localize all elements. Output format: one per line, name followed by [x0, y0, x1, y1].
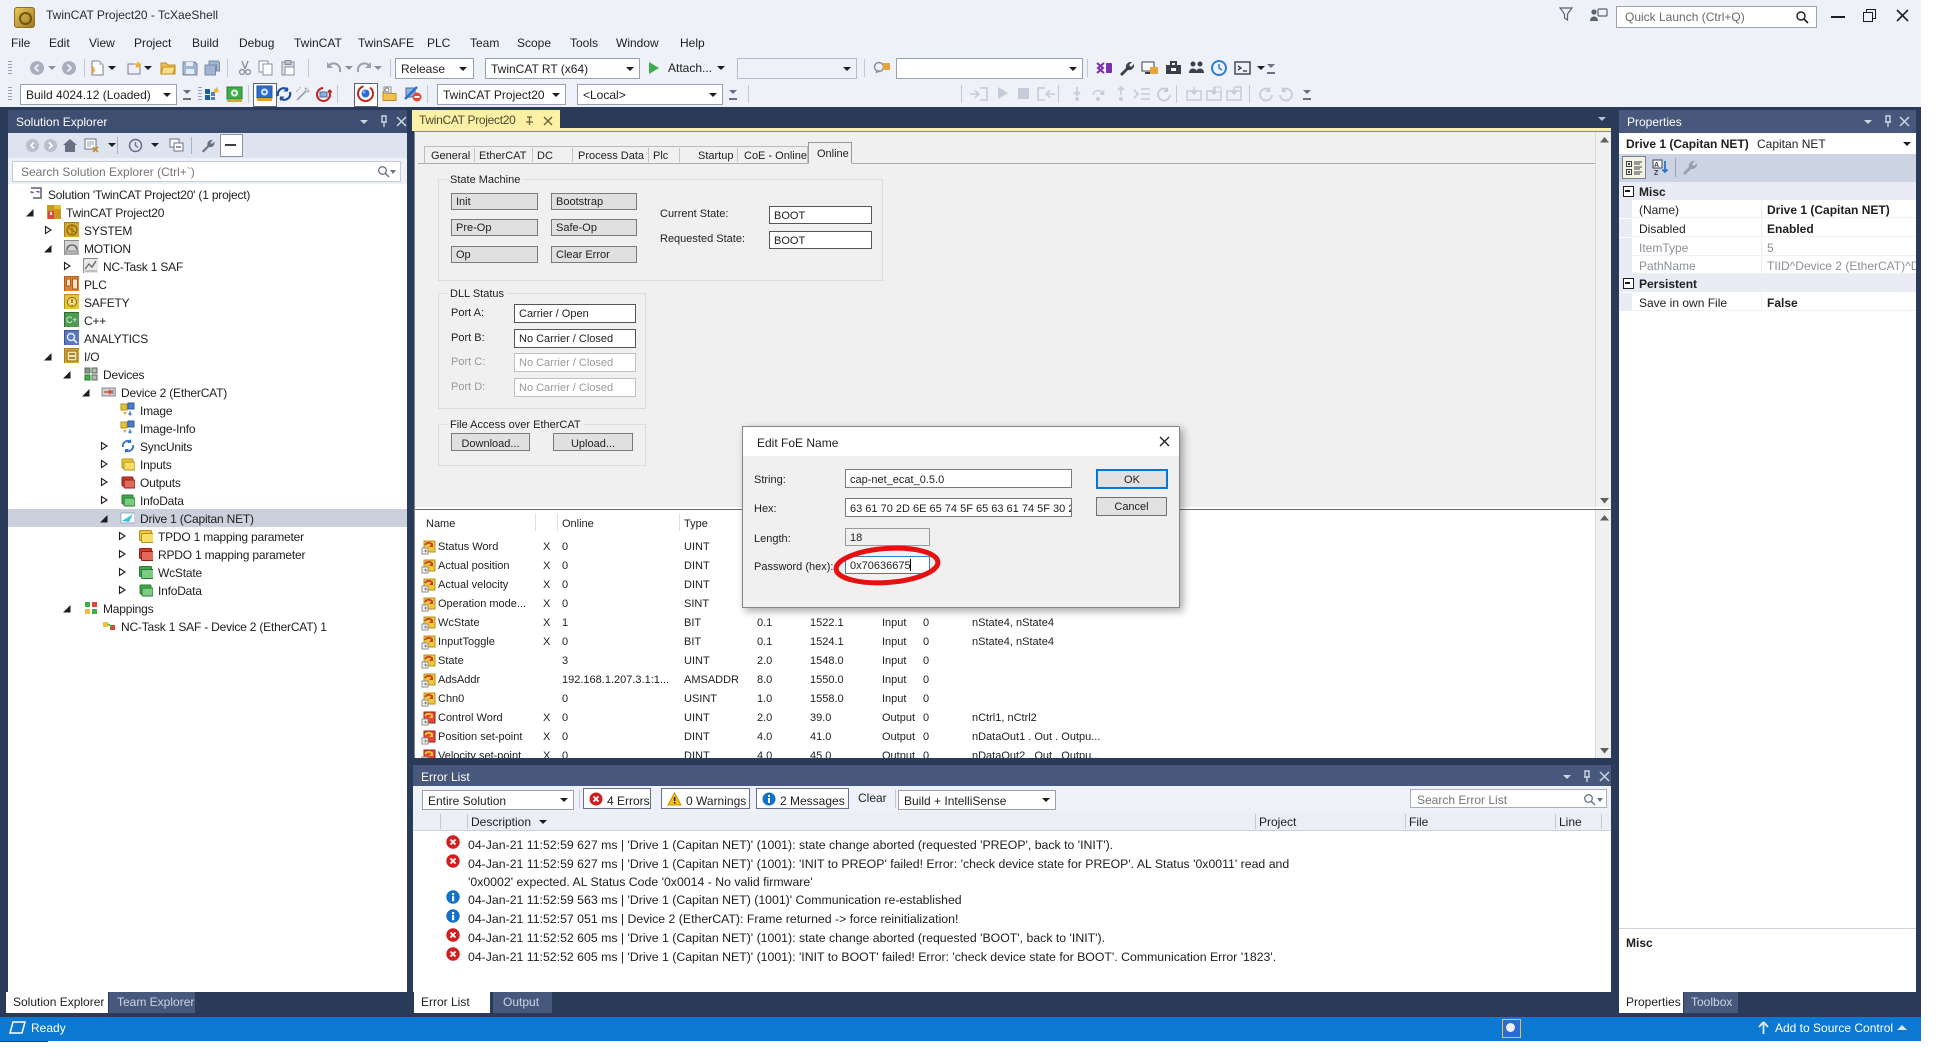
svg-text:C+: C+: [66, 315, 77, 325]
svg-text:A: A: [1654, 162, 1659, 169]
svg-text:Z: Z: [1654, 170, 1659, 176]
